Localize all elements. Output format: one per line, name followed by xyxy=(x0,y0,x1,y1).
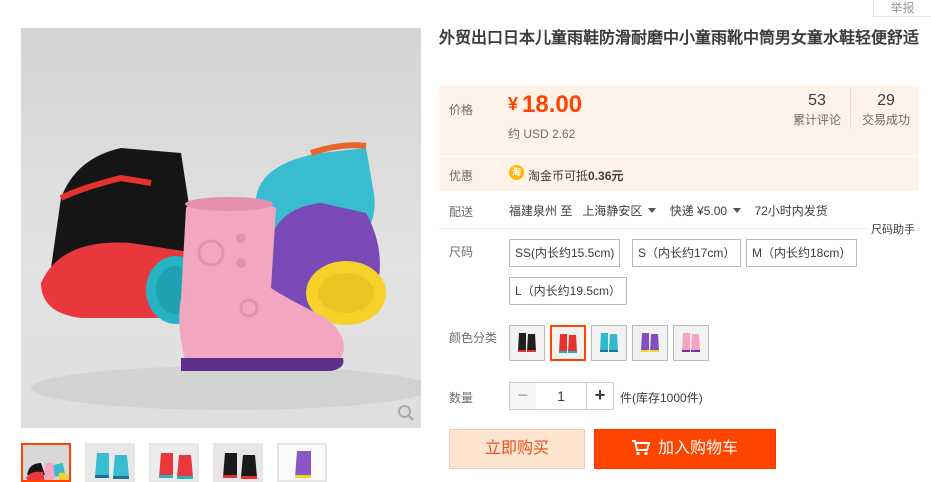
ship-from: 福建泉州 至 xyxy=(509,204,573,218)
add-to-cart-label: 加入购物车 xyxy=(657,440,738,457)
color-swatch-black[interactable] xyxy=(509,325,545,361)
size-option-ss[interactable]: SS(内长约15.5cm) xyxy=(509,239,621,267)
price-label: 价格 xyxy=(449,103,474,117)
promo-text: 淘金币可抵0.36元 xyxy=(528,167,623,184)
promo-amount: 0.36元 xyxy=(588,169,624,183)
shipping-label: 配送 xyxy=(449,205,474,219)
caret-down-icon xyxy=(648,208,657,213)
thumbnail-3[interactable] xyxy=(149,443,199,482)
teal-boot-icon xyxy=(600,333,618,352)
quantity-increase-button[interactable]: + xyxy=(586,382,614,410)
taobao-coin-icon: 淘 xyxy=(509,165,524,180)
size-option-s[interactable]: S（内长约17cm） xyxy=(632,239,742,267)
thumbnail-5[interactable] xyxy=(277,443,327,482)
ship-method: 快递 ¥5.00 xyxy=(669,204,728,218)
quantity-input[interactable]: 1 xyxy=(536,382,586,410)
trades-count: 29 xyxy=(877,92,895,109)
stat-divider xyxy=(850,89,851,129)
reviews-stat[interactable]: 53 累计评论 xyxy=(790,91,844,128)
section-divider xyxy=(439,228,869,229)
promo-label: 优惠 xyxy=(449,169,474,183)
trades-label: 交易成功 xyxy=(861,113,910,127)
reviews-label: 累计评论 xyxy=(792,113,841,127)
thumbnail-strip xyxy=(21,443,421,482)
black-boot-icon xyxy=(518,333,536,352)
ship-method-select[interactable]: 快递 ¥5.00 xyxy=(670,202,751,219)
pink-boot-icon xyxy=(682,333,700,352)
size-helper-link[interactable]: 尺码助手 xyxy=(871,221,915,237)
quantity-decrease-button[interactable]: − xyxy=(509,382,537,410)
size-option-l[interactable]: L（内长约19.5cm） xyxy=(509,277,628,305)
boots-illustration xyxy=(31,142,421,410)
add-to-cart-button[interactable]: 加入购物车 xyxy=(594,429,776,469)
color-swatch-purple[interactable] xyxy=(632,325,668,361)
magnifier-icon[interactable] xyxy=(397,404,415,422)
price-amount: 18.00 xyxy=(522,91,583,118)
main-product-image[interactable] xyxy=(21,28,421,428)
trades-stat[interactable]: 29 交易成功 xyxy=(858,91,914,128)
ship-to: 上海静安区 xyxy=(582,204,643,218)
report-link[interactable]: 举报 xyxy=(873,0,931,17)
stock-info: 件(库存1000件) xyxy=(620,391,703,405)
promo-divider xyxy=(439,156,919,157)
cart-icon xyxy=(631,439,650,455)
color-swatch-pink[interactable] xyxy=(673,325,709,361)
buy-now-button[interactable]: 立即购买 xyxy=(449,429,585,469)
usd-price: 约 USD 2.62 xyxy=(508,127,576,141)
color-label: 颜色分类 xyxy=(449,331,498,345)
size-label: 尺码 xyxy=(449,245,474,259)
color-swatch-teal[interactable] xyxy=(591,325,627,361)
product-title: 外贸出口日本儿童雨鞋防滑耐磨中小童雨靴中筒男女童水鞋轻便舒适 xyxy=(439,30,920,47)
thumbnail-1[interactable] xyxy=(21,443,71,482)
quantity-label: 数量 xyxy=(449,391,474,405)
currency-symbol: ¥ xyxy=(508,94,519,114)
red-boot-icon xyxy=(559,334,577,353)
price-panel: 价格 ¥18.00 约 USD 2.62 53 累计评论 29 交易成功 优惠 … xyxy=(439,85,919,191)
ship-to-select[interactable]: 上海静安区 xyxy=(582,202,666,219)
size-option-m[interactable]: M（内长约18cm） xyxy=(746,239,858,267)
promo-prefix: 淘金币可抵 xyxy=(528,169,589,183)
color-swatch-red[interactable] xyxy=(550,325,586,361)
thumbnail-4[interactable] xyxy=(213,443,263,482)
price-value: ¥18.00 xyxy=(508,91,582,119)
caret-down-icon xyxy=(733,208,742,213)
shipping-info: 福建泉州 至 上海静安区 快递 ¥5.00 72小时内发货 xyxy=(509,202,828,219)
thumbnail-2[interactable] xyxy=(85,443,135,482)
dispatch-time: 72小时内发货 xyxy=(754,204,828,218)
reviews-count: 53 xyxy=(808,92,826,109)
purple-boot-icon xyxy=(641,333,659,352)
